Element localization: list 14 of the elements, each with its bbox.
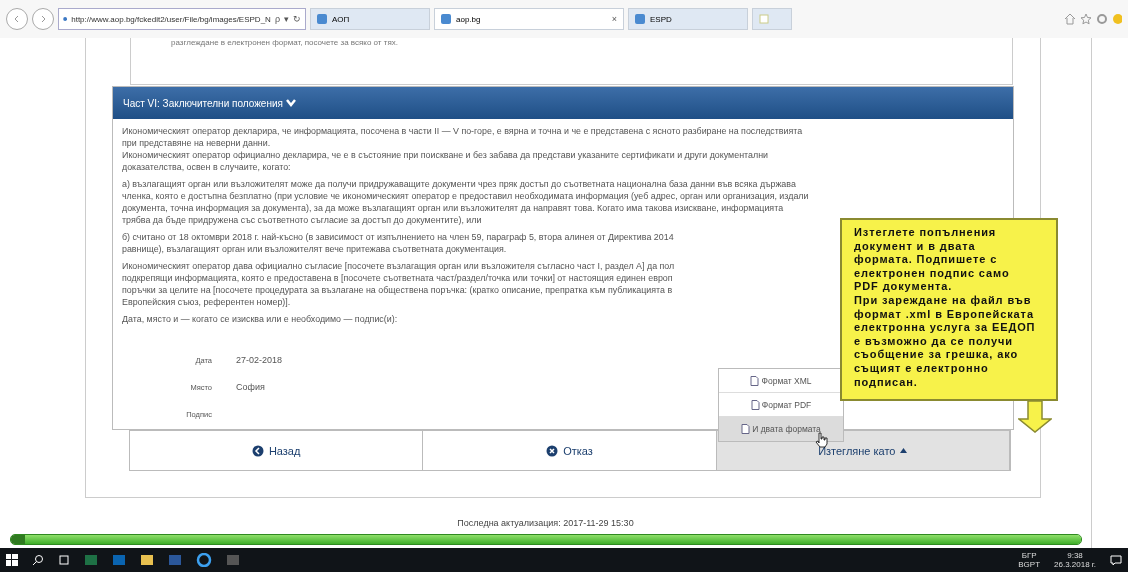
- paragraph: б) считано от 18 октомври 2018 г. най-късно (в зависимост от изпълнението на член 59, параграф 5, втора алинея от Директива 2014 равнище), възлагащият орган или възложителят вече притежава съответната документация.: [122, 231, 674, 255]
- tab-label: АОП: [332, 14, 351, 24]
- tab-label: aop.bg: [456, 14, 482, 24]
- field-value: 27-02-2018: [236, 355, 283, 365]
- paragraph: а) възлагащият орган или възложителят може да получи придружаващите документи чрез пряк достъп до съответната национална база данни във всяка държава членка, която е достъпна безплатно (при условие че икономическият оператор е предоставил необходимата информация (уеб адрес, орган или организация, издали документа, точна информация за документа), за да може възлагащият орган или възложителят да направят това. Когато има такова изискване, информацията трябва да бъде придружена със съответното съгласие за достъп до документите), или: [122, 178, 809, 226]
- url-text: http://www.aop.bg/fckedit2/user/File/bg/images/ESPD_N: [71, 14, 271, 24]
- paragraph: Икономическият оператор декларира, че информацията, посочена в части II — V по-горе, е вярна и точна и че е представена с ясното разбиране на последствията при представяне на неверни данни. Икономическият оператор официално декларира, че е в състояние при поискване и без забава да представи указаните сертификати и други документални доказателства, освен в случаите, когато:: [122, 125, 803, 173]
- paragraph: Дата, място и — когато се изисква или е необходимо — подпис(и):: [122, 313, 398, 325]
- text-line: разглеждане в електронен формат, посочете за всяко от тях.: [130, 38, 1013, 85]
- callout-note: Изтеглете попълнения документ и в двата формата. Подпишете с електронен подпис само PDF документа. При зареждане на файл във формат .xml в Европейската електронна услуга за ЕЕДОП е възможно да се получи съобщение за грешка, ако същият е електронно подписан.: [840, 218, 1058, 402]
- last-updated-text: Последна актуализация: 2017-11-29 15:30: [457, 518, 634, 528]
- tab-label: ESPD: [650, 14, 673, 24]
- paragraph: Икономическият оператор дава официално съгласие [посочете възлагащия орган или възложителя съгласно част I, раздел А] да пол подкрепящи информацията, която е предоставена в [посочете съответната част/раздел/точка или точки] от настоящия единен европ поръчки за целите на [посочете процедурата за възлагане на обществена поръчка: (кратко описание, препратка към публикацията в Европейския съюз, референтен номер)].: [122, 260, 675, 308]
- field-value: София: [236, 382, 265, 392]
